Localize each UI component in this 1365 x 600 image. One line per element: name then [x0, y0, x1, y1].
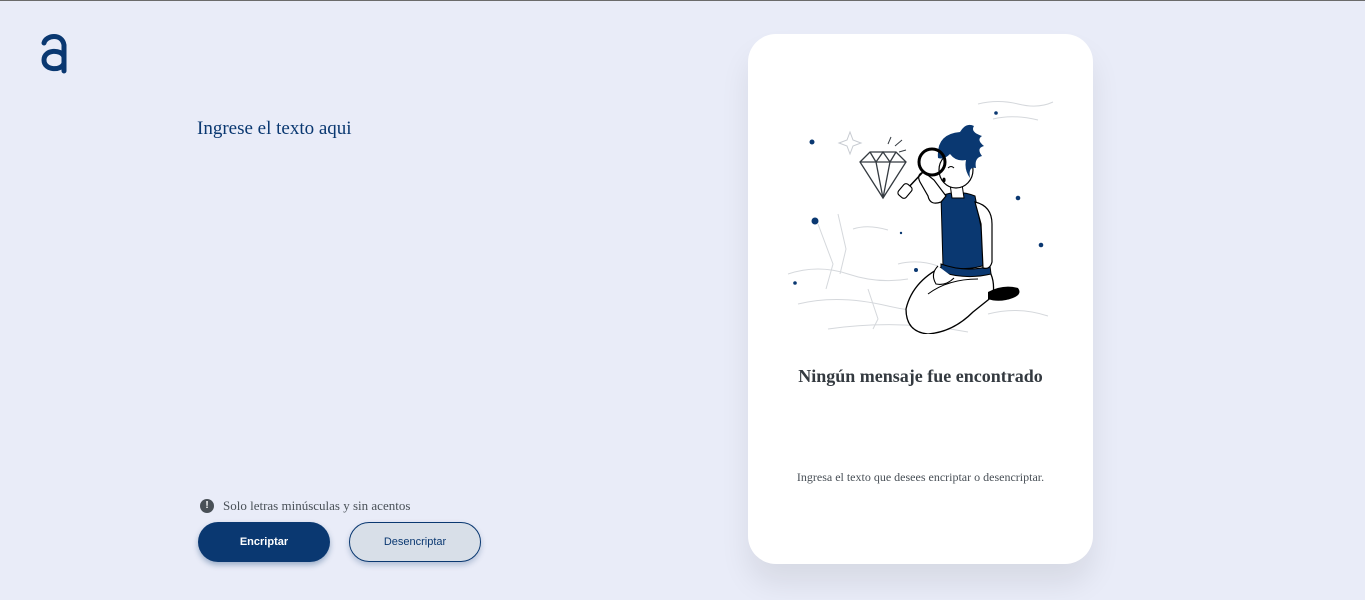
info-circle-icon: !	[200, 499, 214, 513]
encrypt-button[interactable]: Encriptar	[198, 522, 330, 562]
alura-logo-icon[interactable]	[38, 31, 70, 75]
person-magnifying-glass-illustration	[787, 101, 1054, 334]
hint-text: Solo letras minúsculas y sin acentos	[223, 498, 411, 513]
no-message-title: Ningún mensaje fue encontrado	[798, 366, 1043, 386]
page: ! Solo letras minúsculas y sin acentos E…	[0, 0, 1365, 600]
no-message-description: Ingresa el texto que desees encriptar o …	[796, 470, 1045, 484]
text-input[interactable]	[197, 118, 667, 478]
output-card: Ningún mensaje fue encontrado Ingresa el…	[748, 34, 1093, 564]
input-hint: ! Solo letras minúsculas y sin acentos	[200, 498, 410, 514]
decrypt-button[interactable]: Desencriptar	[349, 522, 481, 562]
